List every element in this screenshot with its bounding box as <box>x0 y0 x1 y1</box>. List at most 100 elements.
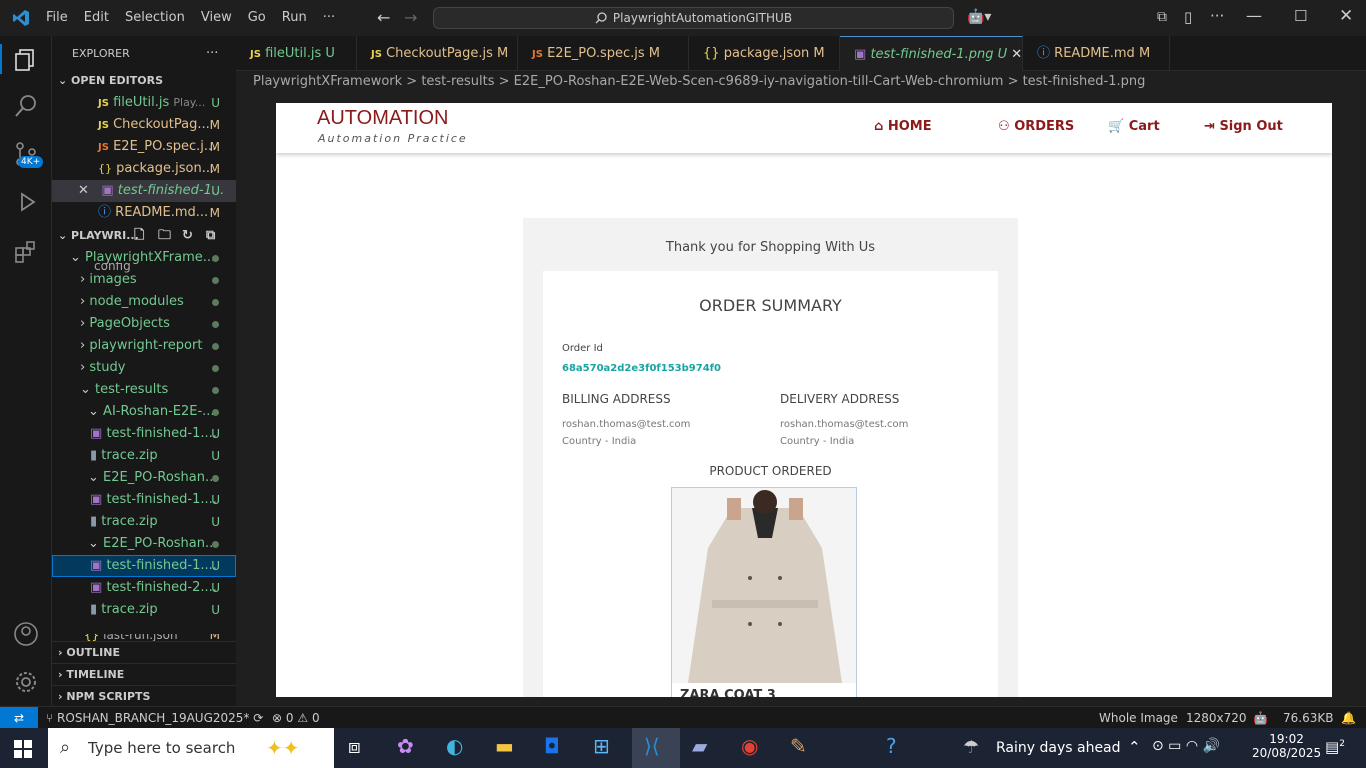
tree-folder-item[interactable]: › PageObjects <box>52 313 236 335</box>
vscode-taskbar-icon[interactable]: ⟩⟨ <box>644 734 672 762</box>
tab-test-finished[interactable]: ▣ test-finished-1.png U ✕ <box>840 36 1023 71</box>
tray-chevron-icon[interactable]: ⌃ <box>1128 738 1141 756</box>
tree-file-item[interactable]: ▣ test-finished-1.... U <box>52 423 236 445</box>
account-icon[interactable] <box>12 620 40 648</box>
tree-folder-item[interactable]: › playwright-report <box>52 335 236 357</box>
explorer-icon[interactable] <box>12 46 40 74</box>
tree-folder-item[interactable]: › node_modules <box>52 291 236 313</box>
open-editor-item[interactable]: JS E2E_PO.spec.j... M <box>52 136 236 158</box>
tab-fileutil[interactable]: JS fileUtil.js U <box>236 36 357 71</box>
tree-folder-item[interactable]: › images <box>52 269 236 291</box>
tree-file-item[interactable]: ▣ test-finished-2.... U <box>52 577 236 599</box>
project-header[interactable]: ⌄ PLAYWRI... 🗋 🗀 ↻ ⧉ <box>52 225 236 247</box>
close-window-icon[interactable]: ✕ <box>1339 6 1353 26</box>
outline-header[interactable]: › OUTLINE <box>52 641 236 663</box>
site-navbar: AUTOMATION Automation Practice ⌂ HOME ⚇ … <box>276 103 1332 153</box>
git-branch[interactable]: ⑂ ROSHAN_BRANCH_19AUG2025* ⟳ <box>46 707 263 729</box>
bell-icon[interactable]: 🔔 <box>1341 707 1356 729</box>
js-file-icon: JS <box>98 120 109 131</box>
menu-go[interactable]: Go <box>240 0 274 36</box>
tab-readme[interactable]: ⓘ README.md M <box>1023 36 1170 71</box>
collapse-all-icon[interactable]: ⧉ <box>206 225 215 247</box>
tab-e2e-spec[interactable]: JS E2E_PO.spec.js M <box>518 36 689 71</box>
menu-file[interactable]: File <box>38 0 76 36</box>
explorer-more-icon[interactable]: ··· <box>206 43 226 65</box>
windows-start-icon[interactable] <box>14 740 32 758</box>
minimize-icon[interactable]: — <box>1246 6 1262 25</box>
menu-selection[interactable]: Selection <box>117 0 193 36</box>
edge-icon[interactable]: ◐ <box>446 734 474 762</box>
product-title: PRODUCT ORDERED <box>709 464 832 478</box>
tree-file-item[interactable]: ▮ trace.zip U <box>52 511 236 533</box>
new-folder-icon[interactable]: 🗀 <box>158 225 171 247</box>
weather-text[interactable]: Rainy days ahead <box>996 740 1121 756</box>
close-icon[interactable]: ✕ <box>78 183 89 198</box>
layout-customize-icon[interactable]: ⧉ <box>1157 9 1167 25</box>
tab-checkoutpage[interactable]: JS CheckoutPage.js M <box>357 36 518 71</box>
open-editor-item[interactable]: JS CheckoutPag... M <box>52 114 236 136</box>
open-editor-item[interactable]: ⓘ README.md... M <box>52 202 236 224</box>
file-explorer-icon[interactable]: ▬ <box>495 734 523 762</box>
refresh-icon[interactable]: ↻ <box>182 225 193 247</box>
image-file-icon: ▣ <box>90 558 103 573</box>
menu-edit[interactable]: Edit <box>76 0 117 36</box>
copilot-app-icon[interactable]: ✿ <box>397 734 425 762</box>
preview-image[interactable]: AUTOMATION Automation Practice ⌂ HOME ⚇ … <box>276 103 1332 697</box>
copilot-status-icon[interactable]: 🤖 <box>1253 707 1268 729</box>
maximize-icon[interactable]: ☐ <box>1294 7 1307 25</box>
breadcrumb[interactable]: PlaywrightXFramework > test-results > E2… <box>236 71 1366 93</box>
notification-center-icon[interactable]: ▤2 <box>1325 738 1345 756</box>
toggle-sidebar-icon[interactable]: ▯ <box>1184 8 1192 26</box>
menu-view[interactable]: View <box>193 0 240 36</box>
forward-arrow-icon[interactable]: → <box>404 8 417 27</box>
gear-icon[interactable] <box>12 668 40 696</box>
open-editor-item-active[interactable]: ✕ ▣ test-finished-1... U <box>52 180 236 202</box>
tree-folder-item[interactable]: ⌄ AI-Roshan-E2E-... <box>52 401 236 423</box>
notepad-icon[interactable]: ▰ <box>692 734 720 762</box>
npm-scripts-header[interactable]: › NPM SCRIPTS <box>52 685 236 707</box>
menu-run[interactable]: Run <box>274 0 315 36</box>
problems-count[interactable]: ⊗ 0 ⚠ 0 <box>272 707 320 729</box>
store-icon[interactable]: ⊞ <box>593 734 621 762</box>
chrome-icon[interactable]: ◉ <box>741 734 769 762</box>
outlook-icon[interactable]: ◘ <box>544 734 572 762</box>
tree-item-selected[interactable]: ▣ test-finished-1.... U <box>52 555 236 577</box>
sync-icon: ⟳ <box>253 711 264 725</box>
run-debug-icon[interactable] <box>12 188 40 216</box>
tree-folder-item[interactable]: ⌄ E2E_PO-Roshan... <box>52 533 236 555</box>
image-file-icon: ▣ <box>101 183 114 198</box>
close-tab-icon[interactable]: ✕ <box>1011 47 1022 62</box>
scm-count-badge: 4K+ <box>18 156 44 168</box>
timeline-header[interactable]: › TIMELINE <box>52 663 236 685</box>
tree-folder-item[interactable]: ⌄ E2E_PO-Roshan... <box>52 467 236 489</box>
weather-umbrella-icon[interactable]: ☂ <box>963 737 979 758</box>
copilot-icon[interactable]: 🤖▾ <box>967 9 991 25</box>
task-view-icon[interactable]: ⧈ <box>348 734 376 762</box>
sparkle-icon: ✦✦ <box>266 736 300 760</box>
tree-folder-item[interactable]: › study <box>52 357 236 379</box>
more-actions-icon[interactable]: ··· <box>1210 7 1224 25</box>
new-file-icon[interactable]: 🗋 <box>134 225 144 247</box>
tree-file-item[interactable]: ▣ test-finished-1.... U <box>52 489 236 511</box>
tray-network-icon[interactable]: ⊙ ▭ ◠ 🔊 <box>1152 738 1220 754</box>
paint-icon[interactable]: ✎ <box>790 734 818 762</box>
menu-more[interactable]: ··· <box>315 0 343 36</box>
remote-icon[interactable]: ⇄ <box>0 707 38 728</box>
open-editor-item[interactable]: JS fileUtil.js Play... U <box>52 92 236 114</box>
open-editor-item[interactable]: {} package.json... M <box>52 158 236 180</box>
extensions-icon[interactable] <box>12 238 40 266</box>
command-center-search[interactable]: PlaywrightAutomationGITHUB <box>433 7 954 29</box>
clock[interactable]: 19:02 20/08/2025 <box>1252 732 1321 760</box>
tree-file-item[interactable]: ▮ trace.zip U <box>52 445 236 467</box>
open-editors-header[interactable]: ⌄ OPEN EDITORS <box>52 70 236 92</box>
tree-file-item[interactable]: ▮ trace.zip U <box>52 599 236 621</box>
help-icon[interactable]: ? <box>886 734 914 762</box>
search-view-icon[interactable] <box>12 92 40 120</box>
vscode-logo-icon[interactable] <box>12 9 30 27</box>
back-arrow-icon[interactable]: ← <box>377 8 390 27</box>
tab-package-json[interactable]: {} package.json M <box>689 36 840 71</box>
taskbar-search[interactable]: ⌕ Type here to search ✦✦ <box>48 728 334 768</box>
image-dimensions: 1280x720 <box>1186 711 1247 725</box>
zoom-mode[interactable]: Whole Image <box>1099 707 1178 729</box>
tree-folder-item[interactable]: ⌄ test-results <box>52 379 236 401</box>
